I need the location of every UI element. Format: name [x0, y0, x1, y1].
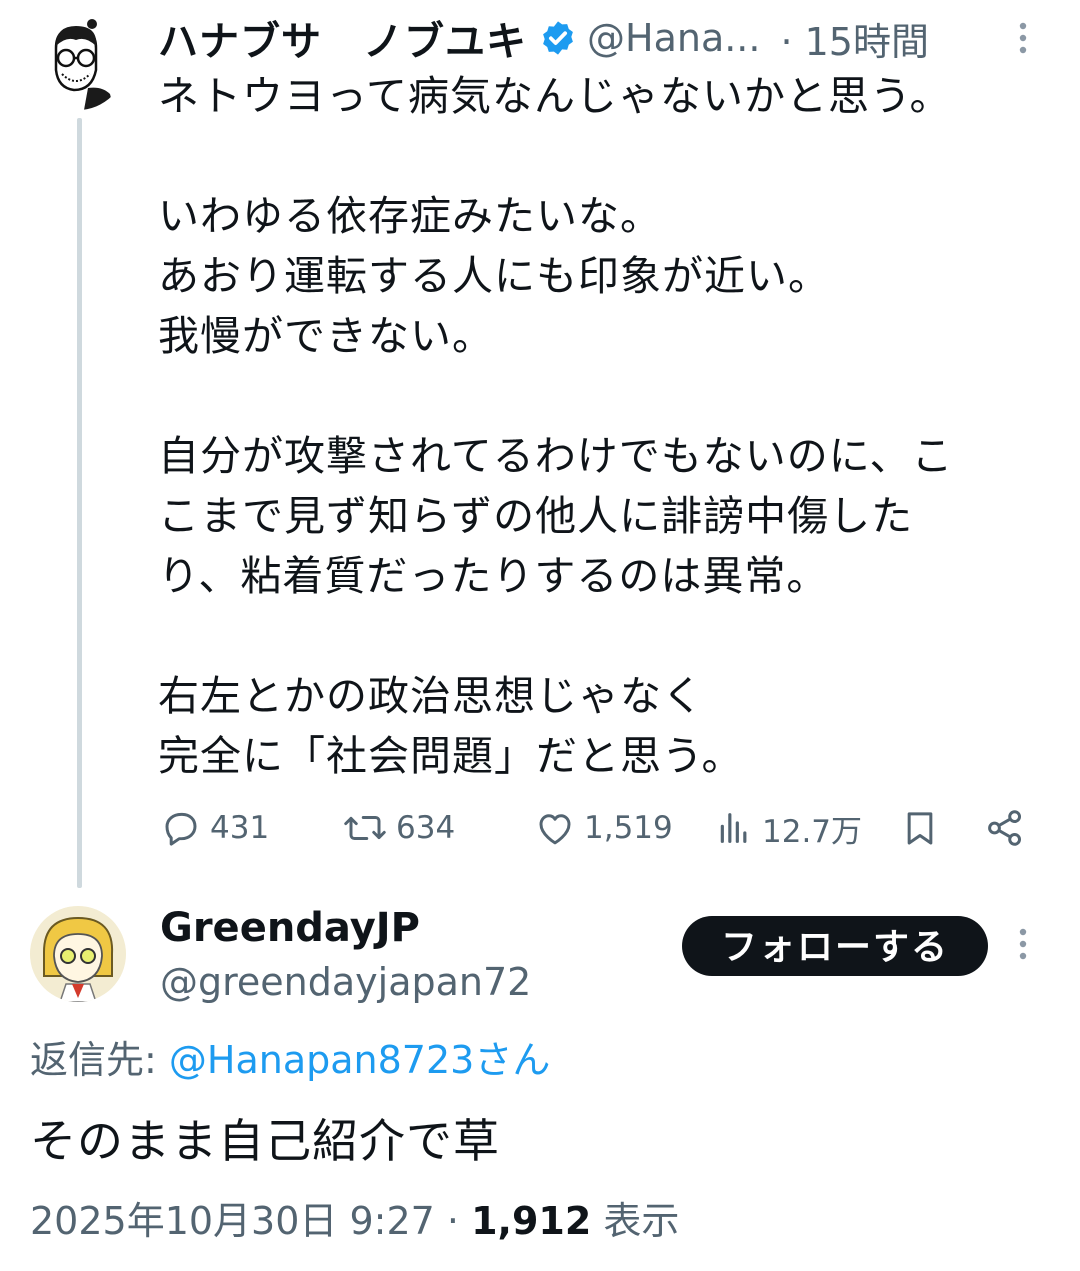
tweet-text-blank	[158, 366, 1038, 426]
reply-to-line: 返信先: @Hanapan8723さん	[30, 1032, 550, 1088]
tweet-meta: 2025年10月30日 9:27 · 1,912 表示	[30, 1192, 679, 1250]
follow-button[interactable]: フォローする	[682, 916, 988, 976]
display-name[interactable]: GreendayJP	[160, 900, 420, 956]
reply-count: 431	[210, 810, 270, 846]
share-button[interactable]	[984, 800, 1026, 856]
view-label: 表示	[591, 1199, 680, 1243]
view-count: 1,912	[471, 1199, 592, 1243]
timestamp[interactable]: · 15時間	[780, 11, 929, 66]
reply-to-mention[interactable]: @Hanapan8723さん	[169, 1038, 550, 1082]
reply-icon	[165, 812, 197, 846]
like-icon	[539, 814, 571, 845]
tweet-text-line: こまで見ず知らずの他人に誹謗中傷した	[158, 492, 914, 540]
tweet-header: ハナブサ ノブユキ @Hana... · 15時間	[158, 9, 1038, 67]
like-count: 1,519	[584, 810, 673, 846]
tweet-text-line: あおり運転する人にも印象が近い。	[158, 252, 830, 300]
retweet-count: 634	[396, 810, 456, 846]
tweet-text-line: り、粘着質だったりするのは異常。	[158, 552, 829, 600]
tweet-text-line: 我慢ができない。	[158, 312, 494, 360]
avatar[interactable]	[30, 906, 126, 1002]
avatar[interactable]	[30, 14, 126, 110]
views-icon	[720, 813, 747, 843]
tweet-text-blank	[158, 606, 1038, 666]
verified-badge-icon[interactable]	[539, 19, 577, 57]
share-icon	[988, 810, 1022, 846]
tweet-actions: 431 634 1,519 12.7万	[158, 800, 1038, 856]
more-icon[interactable]	[1016, 20, 1030, 65]
tweet-text-line: ネトウヨって病気なんじゃないかと思う。	[158, 72, 952, 120]
post-timestamp[interactable]: 2025年10月30日 9:27 ·	[30, 1199, 471, 1243]
reply-button[interactable]: 431	[160, 800, 269, 856]
tweet-text-blank	[158, 126, 1038, 186]
views-button[interactable]: 12.7万	[714, 800, 862, 856]
views-count: 12.7万	[762, 813, 863, 850]
handle[interactable]: @Hana...	[587, 16, 760, 60]
more-icon[interactable]	[1016, 926, 1030, 971]
tweet-text-line: いわゆる依存症みたいな。	[158, 192, 662, 240]
thread-connector-line	[77, 118, 82, 888]
tweet-text-line: 自分が攻撃されてるわけでもないのに、こ	[158, 432, 954, 480]
retweet-icon	[344, 816, 386, 840]
bookmark-icon	[907, 812, 933, 845]
bookmark-button[interactable]	[900, 800, 940, 856]
tweet-text: そのまま自己紹介で草	[30, 1114, 500, 1168]
tweet-text-line: 右左とかの政治思想じゃなく	[158, 672, 704, 720]
tweet-text: ネトウヨって病気なんじゃないかと思う。 いわゆる依存症みたいな。 あおり運転する…	[158, 66, 1038, 786]
reply-to-prefix: 返信先:	[30, 1038, 169, 1082]
tweet-text-line: 完全に「社会問題」だと思う。	[158, 732, 744, 780]
display-name[interactable]: ハナブサ ノブユキ	[158, 9, 527, 67]
like-button[interactable]: 1,519	[534, 800, 673, 856]
handle[interactable]: @greendayjapan72	[160, 956, 531, 1008]
retweet-button[interactable]: 634	[342, 800, 455, 856]
